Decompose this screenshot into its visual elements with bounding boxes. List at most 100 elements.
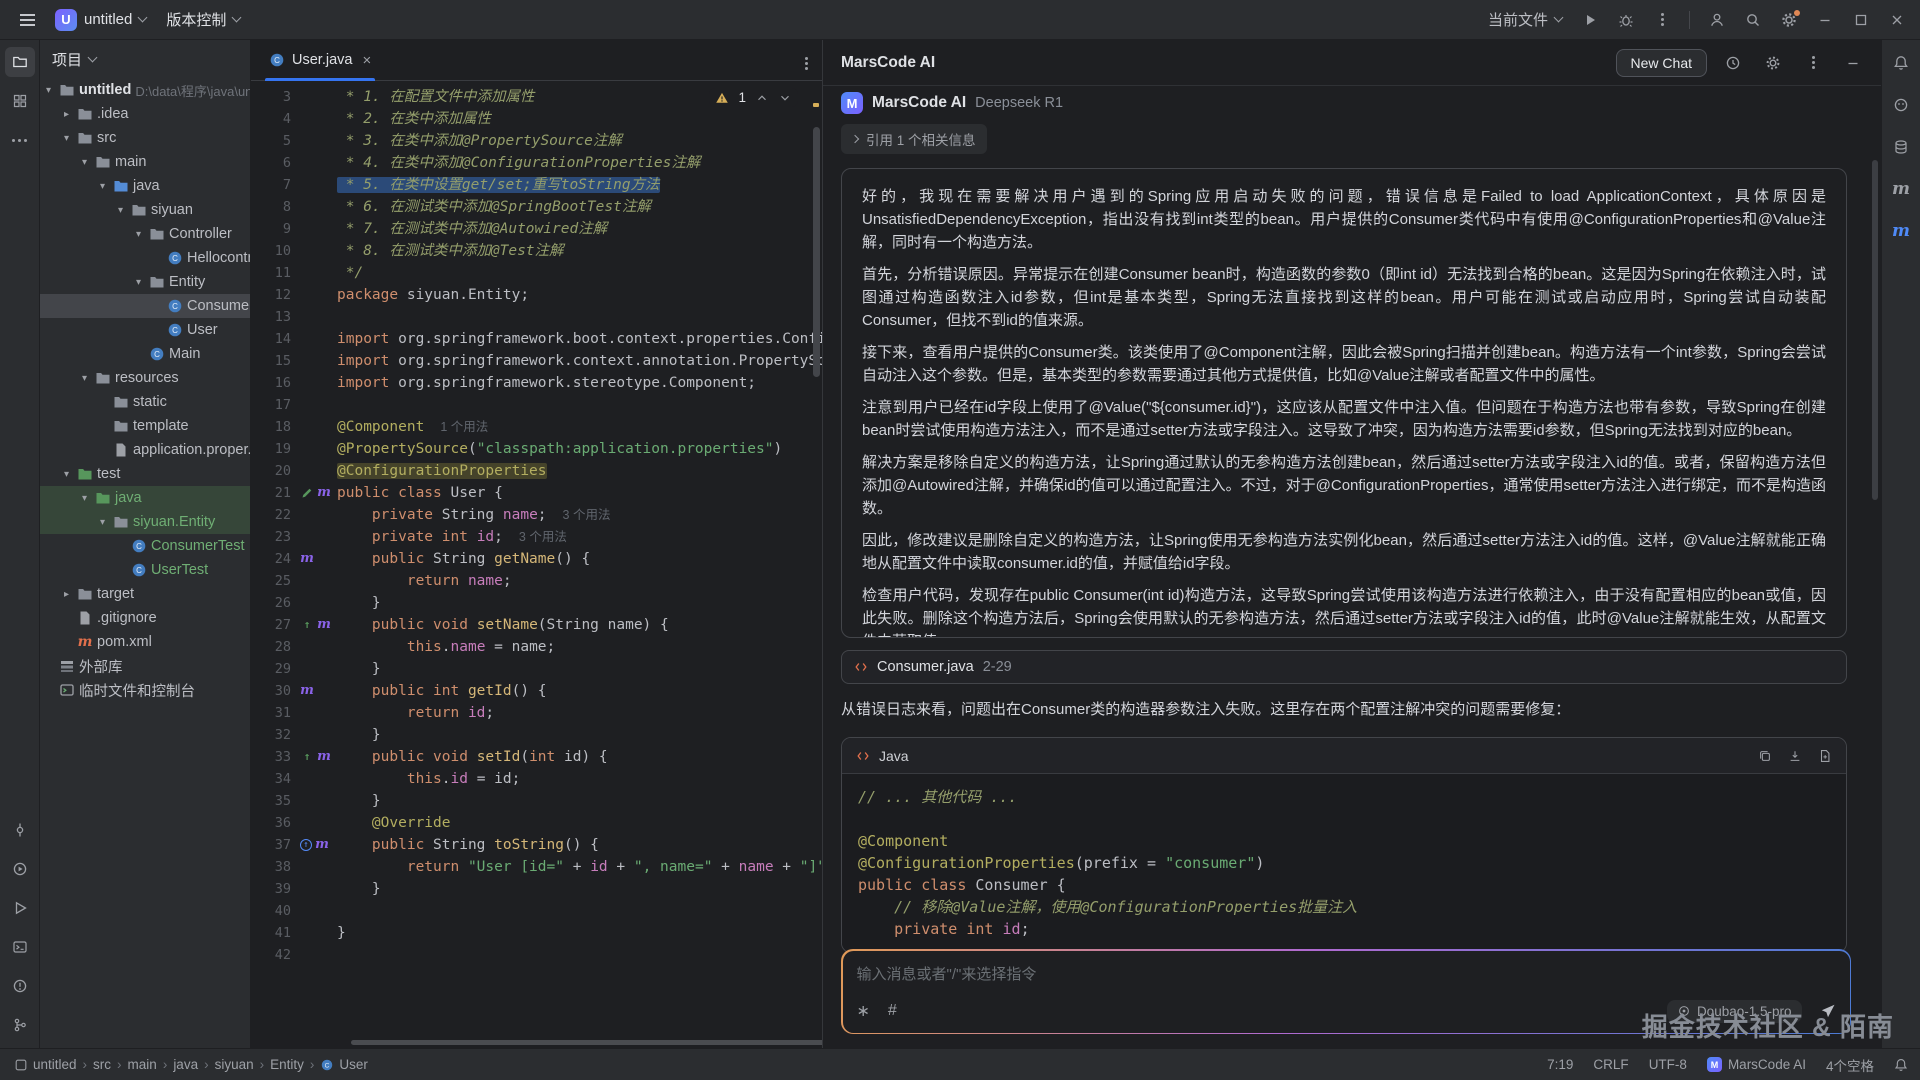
tree-item[interactable]: ▾java <box>40 174 250 198</box>
code-line[interactable]: 17 <box>251 394 822 416</box>
code-line[interactable]: 24m public String getName() { <box>251 548 822 570</box>
new-file-icon[interactable] <box>1818 749 1832 763</box>
tree-item[interactable]: .gitignore <box>40 606 250 630</box>
tree-item[interactable]: CConsumerTest <box>40 534 250 558</box>
code-line[interactable]: 20@ConfigurationProperties <box>251 460 822 482</box>
database-icon[interactable] <box>1886 132 1916 162</box>
structure-icon[interactable] <box>5 86 35 116</box>
code-line[interactable]: 14import org.springframework.boot.contex… <box>251 328 822 350</box>
ai-more-icon[interactable] <box>1799 49 1827 77</box>
tree-item[interactable]: ▾main <box>40 150 250 174</box>
code-line[interactable]: 9 * 7. 在测试类中添加@Autowired注解 <box>251 218 822 240</box>
m-tool-icon[interactable]: m <box>1886 174 1916 204</box>
code-line[interactable]: 18@Component1 个用法 <box>251 416 822 438</box>
file-reference-chip[interactable]: Consumer.java 2-29 <box>841 650 1847 684</box>
debug-icon[interactable] <box>1609 5 1643 35</box>
code-line[interactable]: 29 } <box>251 658 822 680</box>
settings-icon[interactable] <box>1772 5 1806 35</box>
line-separator[interactable]: CRLF <box>1593 1057 1628 1072</box>
insert-code-icon[interactable] <box>1788 749 1802 763</box>
code-line[interactable]: 39 } <box>251 878 822 900</box>
search-icon[interactable] <box>1736 5 1770 35</box>
breadcrumb-item[interactable]: src <box>89 1057 115 1072</box>
close-tab-icon[interactable]: × <box>362 52 371 69</box>
run-tool-icon[interactable] <box>5 893 35 923</box>
file-encoding[interactable]: UTF-8 <box>1649 1057 1687 1072</box>
breadcrumb-item[interactable]: main <box>124 1057 161 1072</box>
breadcrumb-item[interactable]: Entity <box>266 1057 308 1072</box>
code-line[interactable]: 10 * 8. 在测试类中添加@Test注解 <box>251 240 822 262</box>
code-line[interactable]: 26 } <box>251 592 822 614</box>
code-line[interactable]: 23 private int id;3 个用法 <box>251 526 822 548</box>
tree-item[interactable]: ▾test <box>40 462 250 486</box>
run-config-selector[interactable]: 当前文件 <box>1479 5 1571 34</box>
services-icon[interactable] <box>5 854 35 884</box>
editor-horizontal-scrollbar[interactable] <box>351 1040 822 1045</box>
tree-item[interactable]: ▾siyuan.Entity <box>40 510 250 534</box>
problems-icon[interactable] <box>5 971 35 1001</box>
tree-item[interactable]: CUserTest <box>40 558 250 582</box>
code-line[interactable]: 41} <box>251 922 822 944</box>
tree-item[interactable]: ▾siyuan <box>40 198 250 222</box>
tab-user-java[interactable]: C User.java × <box>259 40 381 80</box>
history-icon[interactable] <box>1719 49 1747 77</box>
tree-item[interactable]: ▾Entity <box>40 270 250 294</box>
caret-position[interactable]: 7:19 <box>1547 1057 1573 1072</box>
editor-vertical-scrollbar[interactable] <box>813 127 820 377</box>
more-actions-icon[interactable] <box>1645 5 1679 35</box>
tree-item[interactable]: ▸target <box>40 582 250 606</box>
breadcrumb-item[interactable]: siyuan <box>211 1057 258 1072</box>
code-line[interactable]: 6 * 4. 在类中添加@ConfigurationProperties注解 <box>251 152 822 174</box>
marscode-status[interactable]: M MarsCode AI <box>1707 1057 1806 1072</box>
code-line[interactable]: 33↑m public void setId(int id) { <box>251 746 822 768</box>
breadcrumb-item[interactable]: java <box>169 1057 202 1072</box>
maximize-icon[interactable] <box>1844 5 1878 35</box>
breadcrumb-item[interactable]: untitled <box>10 1057 81 1072</box>
code-line[interactable]: 7 * 5. 在类中设置get/set;重写toString方法 <box>251 174 822 196</box>
usages-inlay[interactable]: 3 个用法 <box>563 508 611 522</box>
code-line[interactable]: 36 @Override <box>251 812 822 834</box>
code-line[interactable]: 27↑m public void setName(String name) { <box>251 614 822 636</box>
account-icon[interactable] <box>1700 5 1734 35</box>
main-menu-icon[interactable] <box>10 5 44 35</box>
usages-inlay[interactable]: 3 个用法 <box>519 530 567 544</box>
commands-icon[interactable]: ∗ <box>857 1001 870 1021</box>
code-line[interactable]: 4 * 2. 在类中添加属性 <box>251 108 822 130</box>
tree-item[interactable]: ▸.idea <box>40 102 250 126</box>
tree-item[interactable]: template <box>40 414 250 438</box>
tree-item[interactable]: CMain <box>40 342 250 366</box>
code-line[interactable]: 5 * 3. 在类中添加@PropertySource注解 <box>251 130 822 152</box>
code-line[interactable]: 12package siyuan.Entity; <box>251 284 822 306</box>
code-line[interactable]: 34 this.id = id; <box>251 768 822 790</box>
close-icon[interactable] <box>1880 5 1914 35</box>
prev-issue-icon[interactable] <box>755 91 769 105</box>
code-line[interactable]: 38 return "User [id=" + id + ", name=" +… <box>251 856 822 878</box>
usages-inlay[interactable]: 1 个用法 <box>440 420 488 434</box>
code-line[interactable]: 31 return id; <box>251 702 822 724</box>
tree-item[interactable]: CUser <box>40 318 250 342</box>
inspection-widget[interactable]: 1 <box>709 88 798 107</box>
run-icon[interactable] <box>1573 5 1607 35</box>
editor-options-icon[interactable] <box>805 52 808 69</box>
error-stripe-mark[interactable] <box>813 103 819 107</box>
project-widget[interactable]: U untitled <box>46 5 155 35</box>
context-icon[interactable]: # <box>888 1002 897 1020</box>
terminal-icon[interactable] <box>5 932 35 962</box>
project-panel-header[interactable]: 项目 <box>40 40 250 78</box>
code-line[interactable]: 42 <box>251 944 822 966</box>
tree-item[interactable]: ▾Controller <box>40 222 250 246</box>
code-line[interactable]: 32 } <box>251 724 822 746</box>
tree-item[interactable]: 临时文件和控制台 <box>40 678 250 702</box>
minimize-icon[interactable] <box>1808 5 1842 35</box>
tree-item[interactable]: 外部库 <box>40 654 250 678</box>
status-notifications-icon[interactable] <box>1894 1058 1908 1072</box>
code-line[interactable]: 30m public int getId() { <box>251 680 822 702</box>
code-line[interactable]: 28 this.name = name; <box>251 636 822 658</box>
tree-item[interactable]: CHellocontrol... <box>40 246 250 270</box>
code-editor[interactable]: 1 3 * 1. 在配置文件中添加属性4 * 2. 在类中添加属性5 * 3. … <box>251 81 822 1048</box>
more-tools-icon[interactable] <box>5 125 35 155</box>
marscode-ai-tool-icon[interactable]: m <box>1886 216 1916 246</box>
code-line[interactable]: 37↑m public String toString() { <box>251 834 822 856</box>
version-control-icon[interactable] <box>5 1010 35 1040</box>
tree-item[interactable]: ▾untitledD:\data\程序\java\unti <box>40 78 250 102</box>
